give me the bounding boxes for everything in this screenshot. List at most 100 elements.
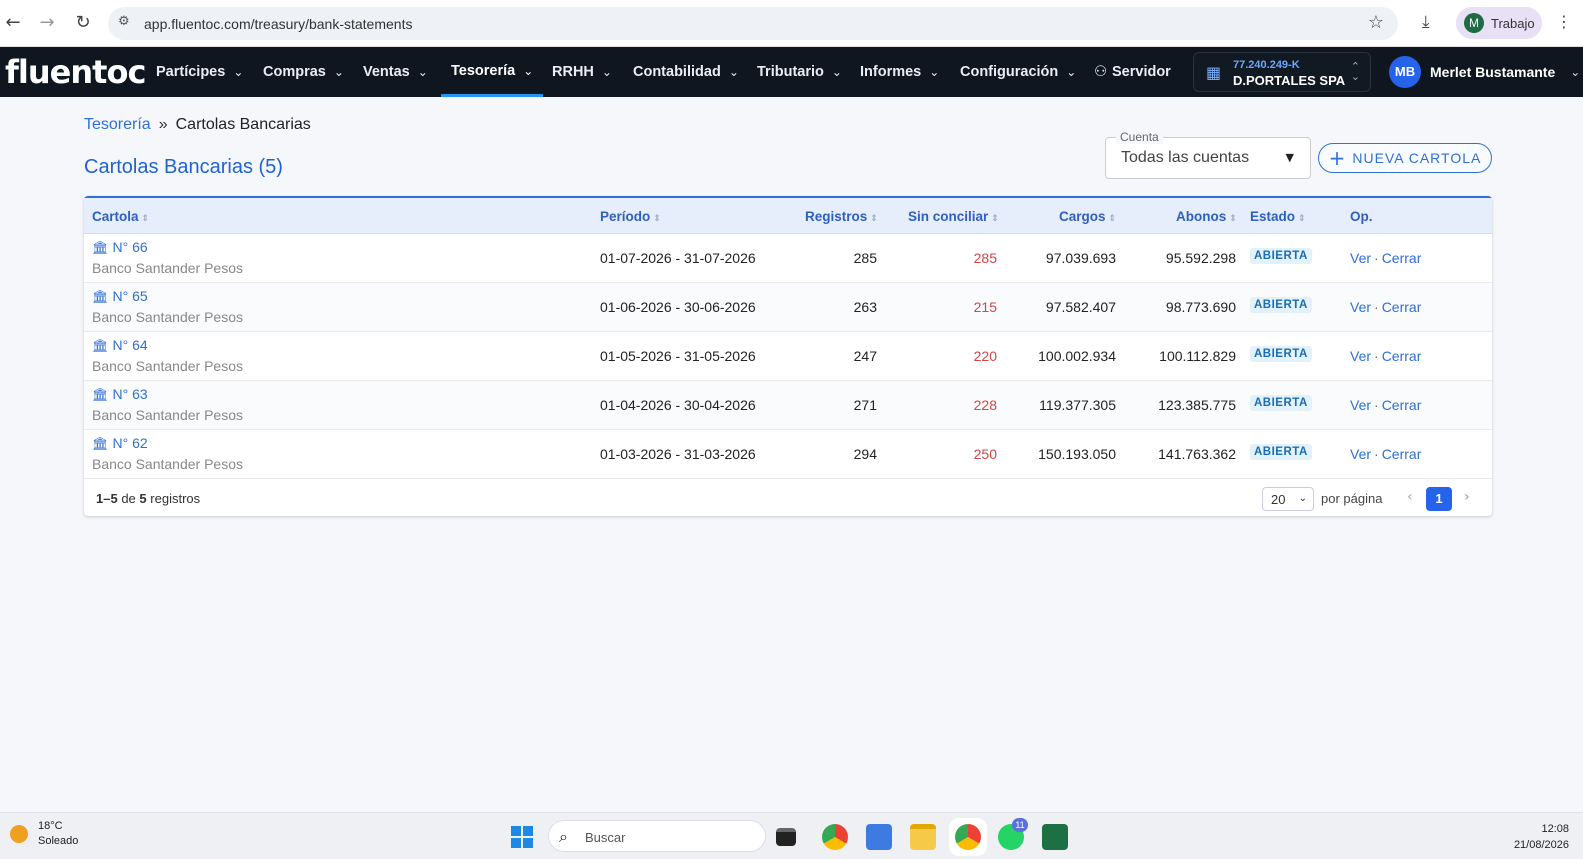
ver-link[interactable]: Ver	[1350, 446, 1371, 462]
back-icon[interactable]: ←	[2, 12, 24, 34]
separator-dot: ·	[1374, 348, 1379, 364]
cartola-number: N° 64	[112, 337, 148, 353]
company-selector[interactable]: ▦ 77.240.249-K D.PORTALES SPA ⌃ ⌄	[1193, 52, 1371, 92]
col-periodo[interactable]: Período ⇕	[600, 209, 661, 224]
cartola-link[interactable]: 🏛 N° 65	[92, 288, 148, 305]
task-view-icon[interactable]	[776, 828, 796, 846]
app-navbar: fluentoc Partícipes ⌄ Compras ⌄ Ventas ⌄ Te…	[0, 47, 1583, 97]
ver-link[interactable]: Ver	[1350, 250, 1371, 266]
chevron-down-icon: ⌄	[601, 65, 612, 79]
col-sin-conciliar[interactable]: Sin conciliar ⇕	[908, 209, 999, 224]
sun-icon	[10, 825, 28, 843]
col-cargos[interactable]: Cargos ⇕	[1059, 209, 1116, 224]
cartola-link[interactable]: 🏛 N° 64	[92, 337, 148, 354]
chevron-down-icon: ⌄	[728, 65, 739, 79]
col-registros[interactable]: Registros ⇕	[805, 209, 878, 224]
table-header: Cartola ⇕ Período ⇕ Registros ⇕ Sin concili…	[84, 198, 1492, 234]
profile-avatar: M	[1464, 13, 1484, 33]
download-icon[interactable]: ⤓	[1422, 12, 1430, 32]
nav-participes[interactable]: Partícipes ⌄	[156, 47, 243, 97]
periodo-cell: 01-05-2026 - 31-05-2026	[600, 348, 756, 364]
per-page-select[interactable]: 20 ⌄	[1262, 487, 1314, 511]
col-abonos[interactable]: Abonos ⇕	[1176, 209, 1237, 224]
abonos-cell: 123.385.775	[1158, 397, 1236, 413]
address-bar[interactable]: ⚙ app.fluentoc.com/treasury/bank-stateme…	[108, 7, 1398, 40]
nav-contabilidad[interactable]: Contabilidad ⌄	[633, 47, 739, 97]
cerrar-link[interactable]: Cerrar	[1382, 250, 1422, 266]
profile-button[interactable]: M Trabajo	[1456, 7, 1542, 39]
nav-servidor[interactable]: ⚇ Servidor	[1094, 47, 1171, 97]
account-select[interactable]: Cuenta Todas las cuentas ▼	[1105, 130, 1311, 179]
taskbar-search[interactable]: ⌕ Buscar	[548, 820, 766, 852]
sort-icon: ⇕	[1108, 214, 1117, 224]
separator-dot: ·	[1374, 397, 1379, 413]
url-text[interactable]: app.fluentoc.com/treasury/bank-statement…	[144, 16, 412, 32]
windows-start-icon[interactable]	[511, 826, 533, 848]
nav-informes[interactable]: Informes ⌄	[860, 47, 939, 97]
dropdown-arrow-icon: ▼	[1285, 151, 1294, 164]
bank-icon: 🏛	[92, 437, 109, 452]
site-settings-icon[interactable]: ⚙	[118, 14, 136, 32]
weather-widget[interactable]: 18°C Soleado	[10, 819, 78, 849]
forward-icon[interactable]: →	[36, 12, 58, 34]
bank-name: Banco Santander Pesos	[92, 456, 243, 472]
bank-icon: 🏛	[92, 241, 109, 256]
col-estado[interactable]: Estado ⇕	[1250, 209, 1306, 224]
new-cartola-button[interactable]: + NUEVA CARTOLA	[1318, 143, 1492, 173]
nav-label: Configuración	[960, 64, 1059, 80]
page-button-current[interactable]: 1	[1426, 487, 1452, 511]
remote-desktop-icon[interactable]	[866, 824, 892, 850]
company-name: D.PORTALES SPA	[1233, 73, 1346, 88]
file-explorer-icon[interactable]	[910, 824, 936, 850]
col-cartola[interactable]: Cartola ⇕	[92, 209, 149, 224]
chrome-profile-icon[interactable]	[955, 824, 981, 850]
table-row: 🏛 N° 65 Banco Santander Pesos 01-06-2026 …	[84, 283, 1492, 332]
sin-conciliar-cell: 220	[973, 348, 997, 364]
prev-page-icon[interactable]: ‹	[1407, 489, 1413, 505]
nav-label: Servidor	[1112, 64, 1171, 80]
nav-tesoreria[interactable]: Tesorería ⌄	[441, 47, 544, 97]
row-actions: Ver · Cerrar	[1350, 250, 1421, 266]
cerrar-link[interactable]: Cerrar	[1382, 348, 1422, 364]
cartola-link[interactable]: 🏛 N° 63	[92, 386, 148, 403]
excel-icon[interactable]	[1042, 824, 1068, 850]
nav-label: Informes	[860, 64, 922, 80]
chevron-down-icon: ⌄	[1298, 493, 1307, 504]
ver-link[interactable]: Ver	[1350, 397, 1371, 413]
cerrar-link[interactable]: Cerrar	[1382, 299, 1422, 315]
cartola-link[interactable]: 🏛 N° 62	[92, 435, 148, 452]
ver-link[interactable]: Ver	[1350, 348, 1371, 364]
table-row: 🏛 N° 66 Banco Santander Pesos 01-07-2026 …	[84, 234, 1492, 283]
bookmark-star-icon[interactable]: ☆	[1368, 12, 1384, 33]
ver-link[interactable]: Ver	[1350, 299, 1371, 315]
abonos-cell: 98.773.690	[1165, 299, 1236, 315]
whatsapp-icon[interactable]: 11	[998, 818, 1028, 850]
cargos-cell: 97.039.693	[1045, 250, 1116, 266]
nav-ventas[interactable]: Ventas ⌄	[363, 47, 428, 97]
cerrar-link[interactable]: Cerrar	[1382, 446, 1422, 462]
table-footer: 1–5 de 5 registros 20 ⌄ por página ‹ 1 ›	[84, 479, 1492, 516]
nav-configuracion[interactable]: Configuración ⌄	[960, 47, 1076, 97]
cartola-link[interactable]: 🏛 N° 66	[92, 239, 148, 256]
system-clock[interactable]: 12:08 21/08/2026	[1514, 821, 1569, 853]
breadcrumb-tesoreria[interactable]: Tesorería	[84, 116, 151, 133]
bank-icon: 🏛	[92, 339, 109, 354]
registros-cell: 247	[853, 348, 877, 364]
col-label: Estado	[1250, 209, 1296, 224]
nav-rrhh[interactable]: RRHH ⌄	[552, 47, 612, 97]
record-de: de	[121, 491, 136, 506]
nav-compras[interactable]: Compras ⌄	[263, 47, 344, 97]
chrome-icon[interactable]	[822, 824, 848, 850]
user-menu[interactable]: MB Merlet Bustamante ⌄	[1389, 56, 1580, 88]
registros-cell: 294	[853, 446, 877, 462]
browser-menu-icon[interactable]: ⋮	[1556, 12, 1572, 31]
nav-tributario[interactable]: Tributario ⌄	[757, 47, 842, 97]
reload-icon[interactable]: ↻	[72, 12, 94, 34]
col-label: Sin conciliar	[908, 209, 989, 224]
col-op: Op.	[1350, 209, 1373, 224]
cerrar-link[interactable]: Cerrar	[1382, 397, 1422, 413]
per-page-value: 20	[1271, 492, 1286, 507]
weather-temp: 18°C	[38, 820, 63, 832]
next-page-icon[interactable]: ›	[1464, 489, 1470, 505]
app-logo[interactable]: fluentoc	[5, 53, 146, 91]
